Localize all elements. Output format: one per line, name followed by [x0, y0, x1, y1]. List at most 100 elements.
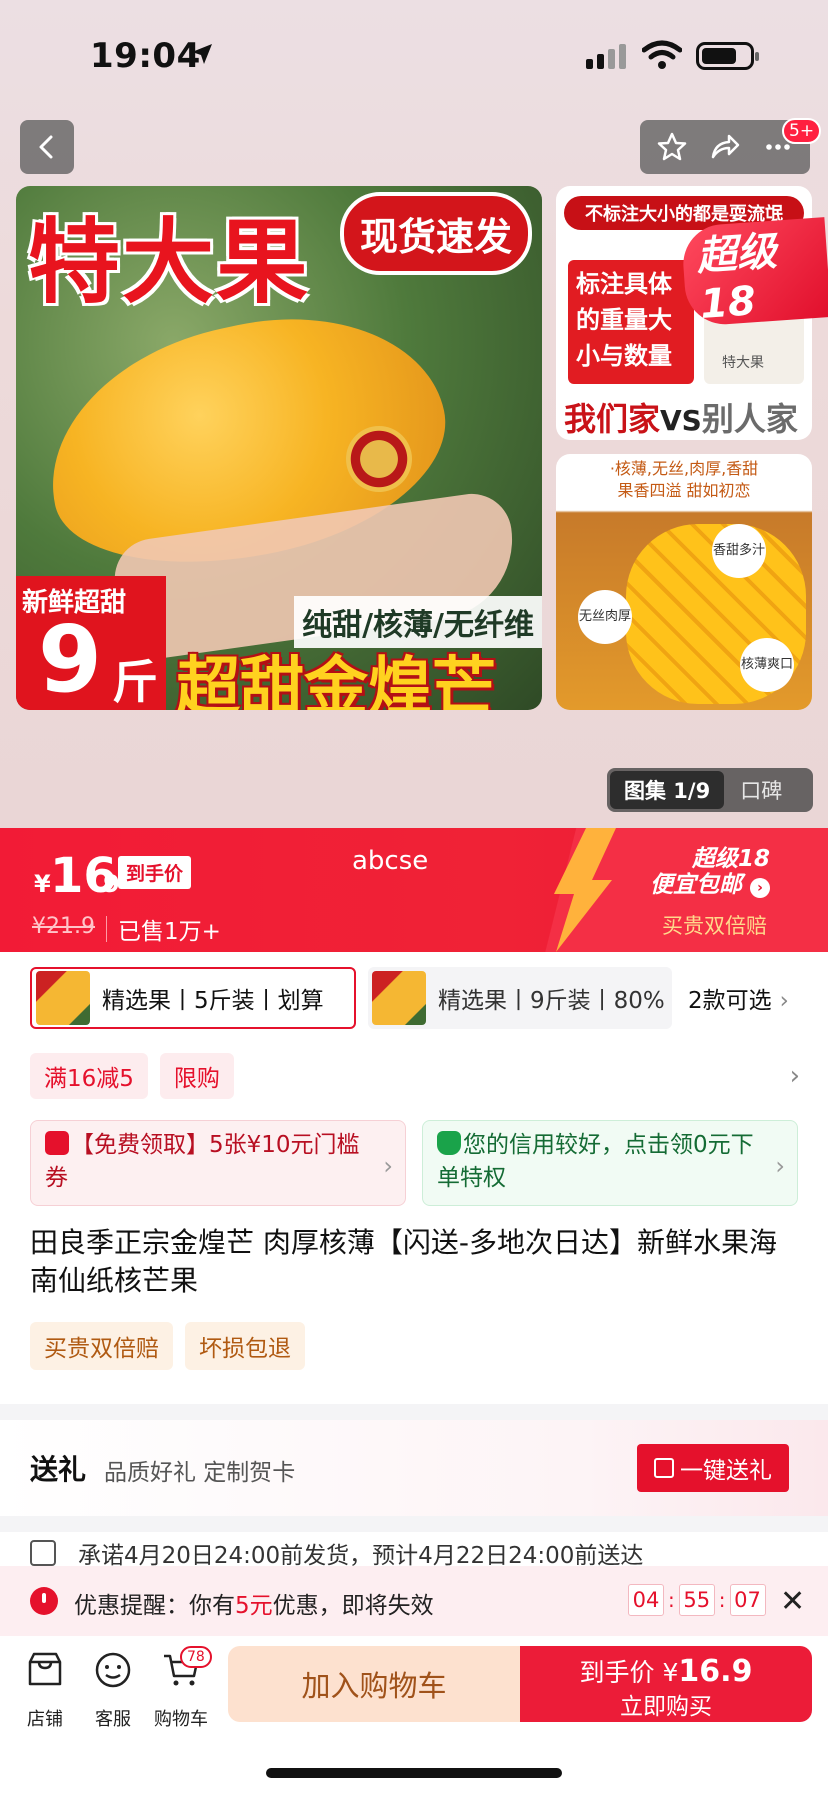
compare-ours: 我们家: [564, 400, 661, 438]
buy-now-button[interactable]: 到手价 ¥16.9 立即购买: [520, 1646, 812, 1722]
gallery-switch: 图集 1/9 口碑: [607, 768, 813, 812]
image-headline: 特大果: [28, 209, 311, 316]
buy-price-label: 到手价: [579, 1658, 655, 1687]
lightning-icon: [554, 828, 616, 952]
reminder-amount: 5元: [235, 1593, 273, 1619]
variant-option-5jin[interactable]: 精选果丨5斤装丨划算: [30, 967, 356, 1029]
image-stock-tag: 现货速发: [339, 192, 532, 275]
timer-colon: :: [668, 1588, 675, 1612]
smiley-chat-icon: [95, 1652, 131, 1688]
coupon-icon: [45, 1131, 69, 1155]
chip-thin-pit: 核薄爽口: [740, 638, 794, 692]
promo-row[interactable]: 满16减5 限购 ›: [30, 1052, 800, 1100]
double-refund-note: 买贵双倍赔: [662, 914, 767, 938]
gift-title: 送礼: [30, 1453, 87, 1486]
close-icon[interactable]: ✕: [780, 1584, 805, 1619]
product-info: 精选果丨5斤装丨划算 精选果丨9斤装丨80% 2款可选 › 满16减5 限购 › …: [0, 952, 828, 1404]
status-bar: 19:04: [0, 0, 828, 110]
price-divider: [106, 916, 107, 942]
gallery-thumbnail-cut-mango[interactable]: ·核薄,无丝,肉厚,香甜 果香四溢 甜如初恋 香甜多汁 无丝肉厚 核薄爽口: [556, 454, 812, 710]
send-gift-button[interactable]: 一键送礼: [637, 1444, 789, 1492]
thumb-callout: 标注具体的重量大小与数量: [568, 260, 694, 384]
customer-service-button[interactable]: 客服: [78, 1650, 148, 1731]
super18-title: 超级18: [692, 846, 771, 872]
price-decimal: .9: [94, 870, 120, 898]
store-icon: [28, 1652, 62, 1686]
gift-icon: [654, 1458, 674, 1478]
price-currency: ¥: [34, 870, 51, 898]
reminder-prefix: 优惠提醒：你有: [74, 1593, 235, 1619]
chevron-right-icon: ›: [779, 988, 789, 1014]
tab-gallery[interactable]: 图集 1/9: [610, 771, 725, 809]
discount-reminder[interactable]: 优惠提醒：你有5元优惠，即将失效 04 : 55 : 07 ✕: [0, 1566, 828, 1636]
thumb-caption-line2: 果香四溢 甜如初恋: [617, 480, 751, 500]
timer-colon: :: [718, 1588, 726, 1612]
variant-thumbnail: [36, 971, 90, 1025]
send-gift-label: 一键送礼: [680, 1458, 772, 1484]
truck-icon: [30, 1540, 56, 1566]
super18-ribbon: 超级18: [680, 217, 828, 328]
product-title: 田良季正宗金煌芒 肉厚核薄【闪送-多地次日达】新鲜水果海南仙纸核芒果: [30, 1226, 778, 1297]
gift-section: 送礼 品质好礼 定制贺卡 一键送礼: [0, 1420, 828, 1516]
price-bar: ¥ 16 .9 到手价 ¥21.9 已售1万+ abcse 超级18 便宜包邮 …: [0, 828, 828, 952]
final-price-tag: 到手价: [118, 856, 192, 889]
back-button[interactable]: [20, 120, 74, 174]
tab-reviews[interactable]: 口碑: [724, 775, 782, 805]
promo-discount: 满16减5: [30, 1053, 148, 1099]
timer-hours: 04: [628, 1584, 664, 1616]
delivery-info[interactable]: 承诺4月20日24:00前发货，预计4月22日24:00前送达: [0, 1532, 828, 1566]
chip-sweet: 香甜多汁: [712, 524, 766, 578]
variant-thumbnail: [372, 971, 426, 1025]
reminder-text: 优惠提醒：你有5元优惠，即将失效: [74, 1586, 434, 1620]
chevron-right-icon: ›: [383, 1152, 393, 1180]
variant-label: 精选果丨5斤装丨划算: [102, 988, 324, 1014]
image-product-name: 超甜金煌芒: [176, 651, 496, 710]
star-favorite-icon[interactable]: [656, 131, 688, 163]
variant-selector: 精选果丨5斤装丨划算 精选果丨9斤装丨80% 2款可选 ›: [30, 966, 800, 1030]
timer-minutes: 55: [678, 1584, 715, 1616]
variant-option-9jin[interactable]: 精选果丨9斤装丨80%: [368, 967, 672, 1029]
credit-privilege[interactable]: 您的信用较好，点击领0元下单特权 ›: [422, 1120, 798, 1206]
super18-promo[interactable]: 超级18 便宜包邮 ›: [650, 846, 771, 899]
buy-now-label: 立即购买: [620, 1694, 712, 1720]
chevron-right-icon: ›: [775, 1152, 785, 1180]
cart-label: 购物车: [154, 1709, 208, 1730]
thumb-caption-line1: ·核薄,无丝,肉厚,香甜: [609, 459, 759, 478]
buy-price: 16.9: [678, 1654, 753, 1689]
timer-seconds: 07: [729, 1584, 766, 1616]
credit-text: 您的信用较好，点击领0元下单特权: [437, 1132, 754, 1192]
clock-icon: [30, 1587, 58, 1615]
compare-vs: VS: [660, 404, 702, 437]
coupon-free-claim[interactable]: 【免费领取】5张¥10元门槛券 ›: [30, 1120, 406, 1206]
location-arrow-icon: [192, 44, 212, 64]
home-indicator: [266, 1768, 562, 1778]
battery-icon: [696, 42, 759, 70]
shopping-bag-icon: [437, 1131, 461, 1155]
compare-other: 别人家: [701, 400, 798, 438]
chevron-right-icon: ›: [750, 878, 771, 899]
promo-limit: 限购: [159, 1053, 234, 1099]
status-time: 19:04: [90, 36, 201, 76]
share-icon[interactable]: [709, 131, 741, 163]
guarantee-damage-refund[interactable]: 坏损包退: [185, 1322, 305, 1370]
username-watermark: abcse: [352, 846, 429, 876]
notification-badge: 5+: [782, 118, 822, 144]
gift-subtitle: 品质好礼 定制贺卡: [104, 1460, 296, 1486]
main-product-image[interactable]: 特大果 现货速发 新鲜超甜 9 斤 纯甜/核薄/无纤维 超甜金煌芒: [16, 186, 542, 710]
super18-subtitle: 便宜包邮: [650, 872, 742, 899]
weight-unit: 斤: [112, 655, 158, 709]
thumb-caption: ·核薄,无丝,肉厚,香甜 果香四溢 甜如初恋: [556, 458, 812, 501]
delivery-text: 承诺4月20日24:00前发货，预计4月22日24:00前送达: [78, 1543, 644, 1566]
thumb-small-label: 特大果: [722, 355, 764, 371]
chip-thick: 无丝肉厚: [578, 590, 632, 644]
wifi-icon: [642, 40, 682, 69]
add-to-cart-button[interactable]: 加入购物车: [228, 1646, 520, 1722]
shop-button[interactable]: 店铺: [10, 1650, 80, 1731]
variants-count: 2款可选: [688, 988, 772, 1014]
buy-currency: ¥: [662, 1658, 679, 1687]
sold-count: 已售1万+: [118, 919, 221, 945]
guarantee-double-refund[interactable]: 买贵双倍赔: [30, 1322, 173, 1370]
service-label: 客服: [95, 1709, 131, 1730]
variants-more[interactable]: 2款可选 ›: [688, 981, 789, 1015]
product-gallery[interactable]: 19:04 5+ 特大果 现货速发 新鲜超甜 9 斤 纯甜/核薄/无纤维 超甜金…: [0, 0, 828, 828]
